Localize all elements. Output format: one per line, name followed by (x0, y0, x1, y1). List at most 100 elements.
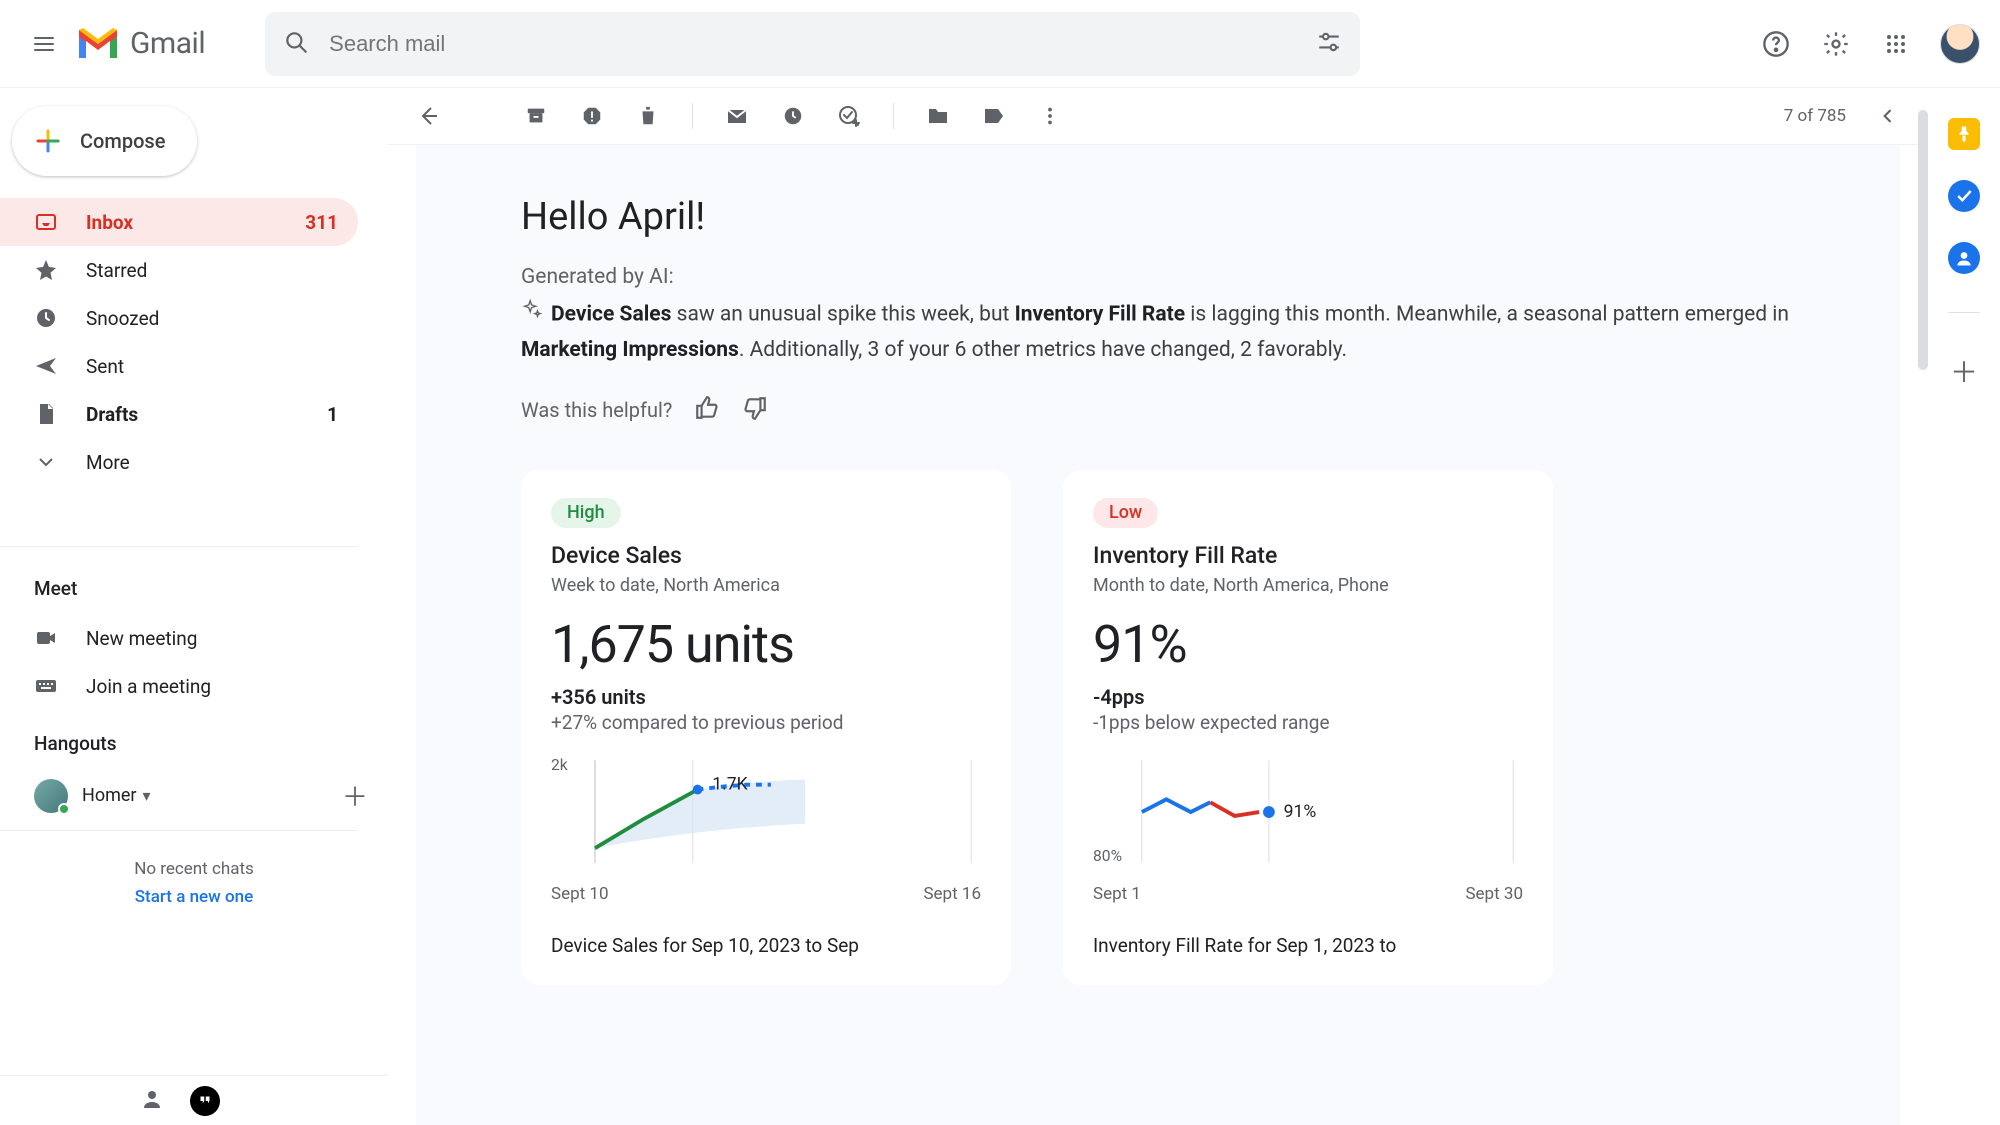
contacts-icon[interactable] (1948, 242, 1980, 274)
sidebar-bottom-bar (0, 1075, 388, 1125)
app-name: Gmail (130, 26, 205, 61)
caret-down-icon: ▾ (143, 786, 151, 805)
gmail-logo[interactable]: Gmail (76, 26, 205, 61)
thumbs-down-button[interactable] (742, 395, 768, 426)
helpful-label: Was this helpful? (521, 398, 672, 422)
main-menu-button[interactable] (20, 20, 68, 68)
apps-icon[interactable] (1880, 28, 1912, 60)
user-avatar (34, 779, 68, 813)
hangouts-username: Homer (82, 785, 137, 806)
divider (692, 103, 693, 129)
sidebar: Compose Inbox 311 Starred Snoozed Sent (0, 88, 388, 1125)
more-icon[interactable] (1038, 104, 1062, 128)
sidebar-item-label: More (86, 451, 130, 474)
compose-label: Compose (80, 129, 165, 153)
sidebar-item-label: Drafts (86, 403, 138, 426)
sidebar-item-drafts[interactable]: Drafts 1 (0, 390, 358, 438)
start-chat-link[interactable]: Start a new one (0, 887, 388, 907)
sidebar-item-starred[interactable]: Starred (0, 246, 358, 294)
person-icon[interactable] (140, 1087, 164, 1115)
clock-icon (34, 305, 60, 331)
svg-text:2k: 2k (551, 755, 568, 774)
badge-low: Low (1093, 498, 1158, 528)
get-addons-button[interactable]: ＋ (1950, 351, 1978, 391)
card-subtitle: Week to date, North America (551, 575, 981, 596)
move-to-icon[interactable] (926, 104, 950, 128)
help-icon[interactable] (1760, 28, 1792, 60)
file-icon (34, 401, 60, 427)
metric-card-device-sales[interactable]: High Device Sales Week to date, North Am… (521, 470, 1011, 985)
divider (893, 103, 894, 129)
svg-text:1.7K: 1.7K (712, 774, 748, 794)
drafts-count: 1 (327, 403, 338, 426)
keyboard-icon (34, 673, 60, 699)
metric-delta: -4pps (1093, 685, 1523, 709)
metric-value: 1,675 units (551, 614, 981, 675)
sidebar-item-snoozed[interactable]: Snoozed (0, 294, 358, 342)
metric-comparison: -1pps below expected range (1093, 711, 1523, 734)
delete-icon[interactable] (636, 104, 660, 128)
greeting: Hello April! (521, 195, 1795, 239)
keep-icon[interactable] (1948, 118, 1980, 150)
send-icon (34, 353, 60, 379)
settings-icon[interactable] (1820, 28, 1852, 60)
card-footer: Device Sales for Sep 10, 2023 to Sep (551, 934, 981, 957)
plus-icon (34, 127, 62, 155)
label-icon[interactable] (982, 104, 1006, 128)
hangouts-section-title: Hangouts (0, 710, 388, 769)
mail-body: Hello April! Generated by AI: Device Sal… (388, 144, 1928, 1125)
snooze-icon[interactable] (781, 104, 805, 128)
badge-high: High (551, 498, 621, 528)
new-meeting-button[interactable]: New meeting (0, 614, 358, 662)
inbox-count: 311 (305, 211, 338, 234)
hangouts-bubble-icon[interactable] (190, 1086, 220, 1116)
sparkline-chart: 80% 91% Sept 1Sept 30 (1093, 754, 1523, 904)
video-icon (34, 625, 60, 651)
meet-section-title: Meet (0, 547, 388, 614)
prev-icon[interactable] (1876, 104, 1900, 128)
new-chat-button[interactable]: ＋ (342, 777, 368, 814)
search-options-icon[interactable] (1316, 29, 1342, 59)
card-subtitle: Month to date, North America, Phone (1093, 575, 1523, 596)
generated-by-label: Generated by AI: (521, 265, 1795, 289)
header: Gmail (0, 0, 2000, 88)
tasks-icon[interactable] (1948, 180, 1980, 212)
sidebar-item-label: Inbox (86, 211, 133, 234)
sidebar-item-label: Join a meeting (86, 675, 211, 698)
metric-card-inventory-fill[interactable]: Low Inventory Fill Rate Month to date, N… (1063, 470, 1553, 985)
message-counter: 7 of 785 (1784, 106, 1846, 126)
card-title: Device Sales (551, 542, 981, 569)
search-input[interactable] (329, 31, 1316, 57)
add-task-icon[interactable] (837, 104, 861, 128)
mark-unread-icon[interactable] (725, 104, 749, 128)
mail-area: 7 of 785 Hello April! Generated by AI: D… (388, 88, 1928, 1125)
sparkline-chart: 2k 1.7K Sept 10Sept 16 (551, 754, 981, 904)
join-meeting-button[interactable]: Join a meeting (0, 662, 358, 710)
sidebar-item-sent[interactable]: Sent (0, 342, 358, 390)
spam-icon[interactable] (580, 104, 604, 128)
svg-text:80%: 80% (1093, 846, 1122, 865)
card-title: Inventory Fill Rate (1093, 542, 1523, 569)
thumbs-up-button[interactable] (694, 395, 720, 426)
inbox-icon (34, 209, 60, 235)
sidebar-item-more[interactable]: More (0, 438, 358, 486)
sidebar-item-inbox[interactable]: Inbox 311 (0, 198, 358, 246)
archive-icon[interactable] (524, 104, 548, 128)
scrollbar[interactable] (1918, 110, 1928, 370)
metric-comparison: +27% compared to previous period (551, 711, 981, 734)
mail-toolbar: 7 of 785 (388, 88, 1928, 144)
online-indicator (58, 803, 70, 815)
account-avatar[interactable] (1940, 24, 1980, 64)
compose-button[interactable]: Compose (12, 106, 197, 176)
sidebar-item-label: Sent (86, 355, 124, 378)
search-bar[interactable] (265, 12, 1360, 76)
hangouts-user[interactable]: Homer ▾ ＋ (0, 769, 388, 822)
sidebar-item-label: Snoozed (86, 307, 159, 330)
chevron-down-icon (34, 449, 60, 475)
ai-summary: Device Sales saw an unusual spike this w… (521, 297, 1795, 369)
metric-delta: +356 units (551, 685, 981, 709)
sparkle-icon (521, 297, 543, 333)
no-chats-label: No recent chats (0, 859, 388, 879)
side-panel: ＋ (1928, 88, 2000, 1125)
back-icon[interactable] (416, 104, 440, 128)
